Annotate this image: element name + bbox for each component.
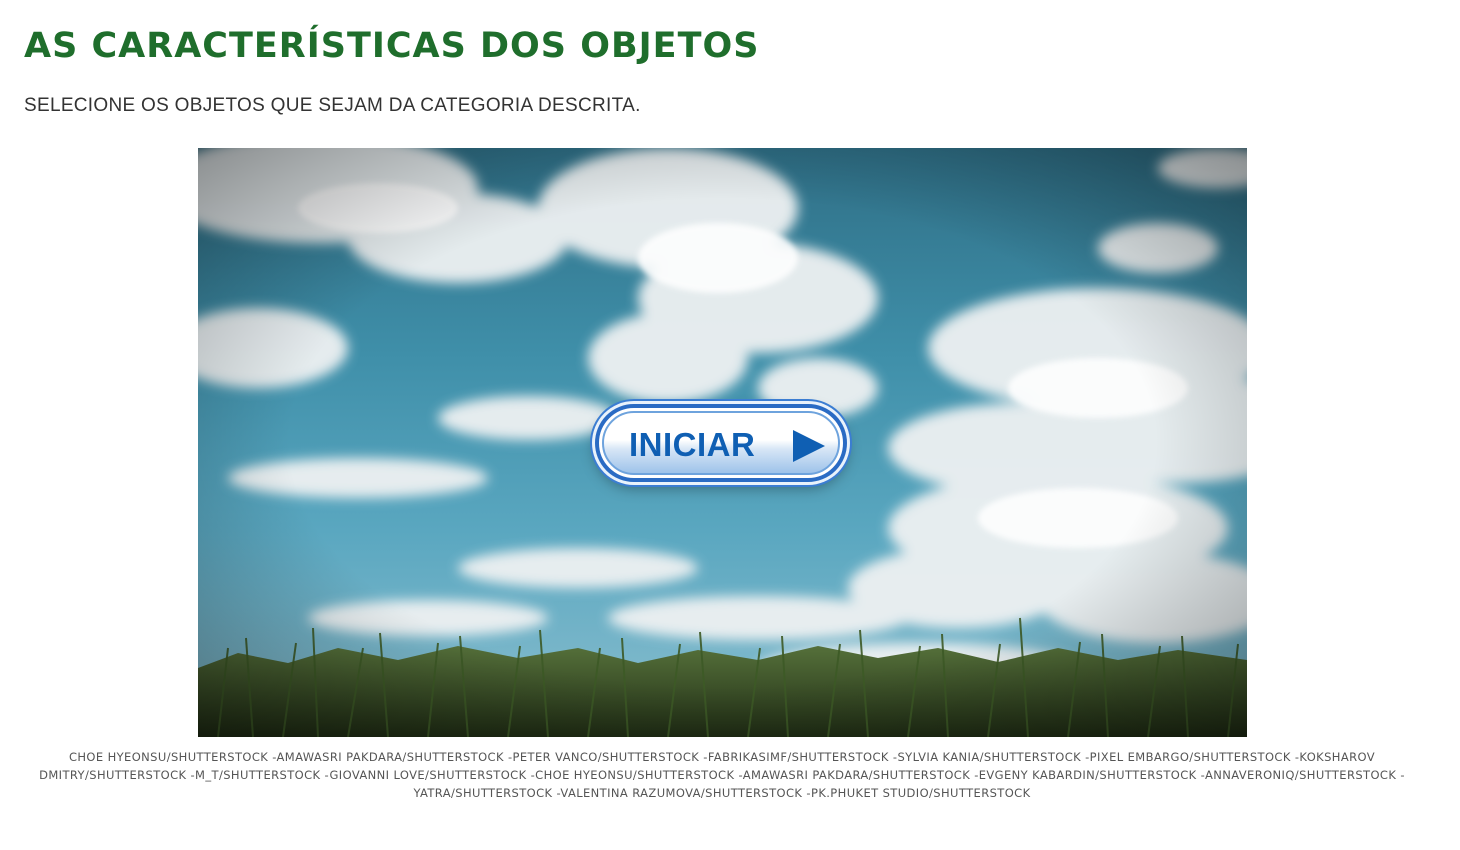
activity-instructions: SELECIONE OS OBJETOS QUE SEJAM DA CATEGO…: [24, 95, 641, 116]
image-credits: CHOE HYEONSU/SHUTTERSTOCK -AMAWASRI PAKD…: [39, 750, 1405, 800]
play-arrow-icon: [793, 430, 825, 462]
page-title: AS CARACTERÍSTICAS DOS OBJETOS: [24, 26, 760, 66]
start-button[interactable]: INICIAR: [595, 404, 847, 482]
start-button-label: INICIAR: [629, 426, 756, 463]
activity-frame[interactable]: INICIAR: [198, 148, 1247, 737]
